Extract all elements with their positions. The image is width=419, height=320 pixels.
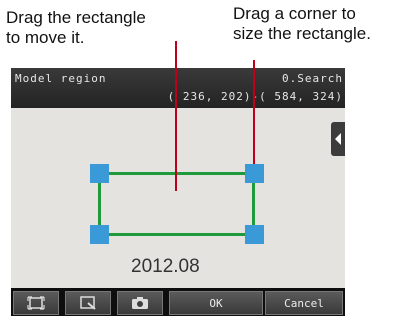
camera-icon <box>132 297 148 309</box>
ok-button[interactable]: OK <box>169 291 263 315</box>
search-mode-label: 0.Search <box>282 72 343 85</box>
callout-size: Drag a corner to size the rectangle. <box>233 4 371 43</box>
image-canvas[interactable]: 2012.08 <box>11 108 345 288</box>
device-screen: Model region 0.Search ( 236, 202)-( 584,… <box>11 68 345 316</box>
region-coordinates: ( 236, 202)-( 584, 324) <box>167 90 343 103</box>
zoom-button[interactable] <box>65 291 111 315</box>
header-bar: Model region 0.Search ( 236, 202)-( 584,… <box>11 68 345 108</box>
resize-handle-top-left[interactable] <box>90 164 109 183</box>
resize-handle-bottom-right[interactable] <box>245 225 264 244</box>
fit-frame-icon <box>27 296 45 310</box>
resize-handle-bottom-left[interactable] <box>90 225 109 244</box>
screen-title: Model region <box>15 72 107 85</box>
side-panel-toggle[interactable] <box>331 122 345 156</box>
camera-button[interactable] <box>117 291 163 315</box>
resize-handle-top-right[interactable] <box>245 164 264 183</box>
cancel-button[interactable]: Cancel <box>265 291 343 315</box>
zoom-icon <box>80 296 96 310</box>
measured-value: 2012.08 <box>131 256 200 277</box>
leader-line-move <box>175 41 177 191</box>
bottom-toolbar: OK Cancel <box>11 288 345 316</box>
leader-line-size <box>253 60 255 164</box>
callout-move: Drag the rectangle to move it. <box>6 8 146 47</box>
fit-frame-button[interactable] <box>13 291 59 315</box>
model-region-rectangle[interactable] <box>98 172 255 236</box>
